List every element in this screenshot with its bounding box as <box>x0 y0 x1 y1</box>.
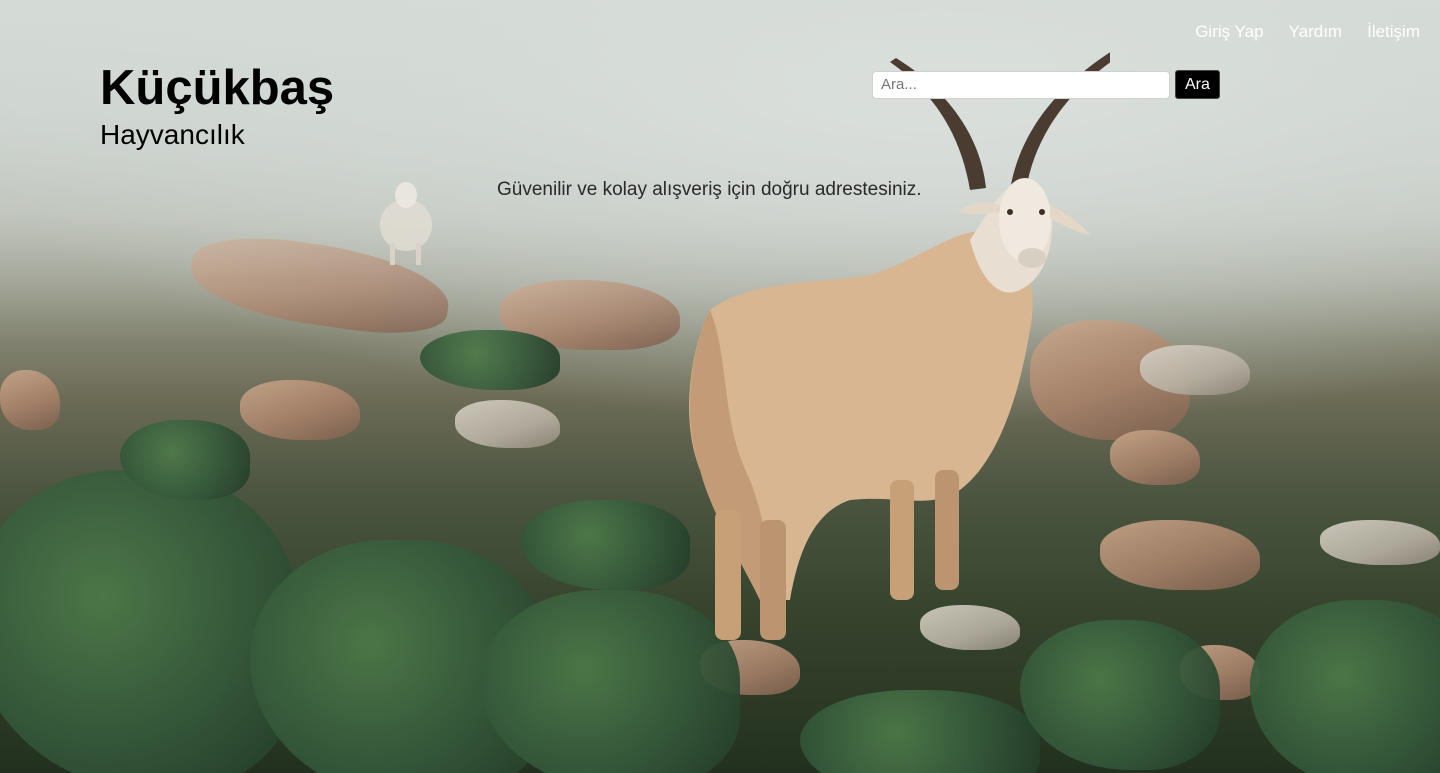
hero-background: Giriş Yap Yardım İletişim Küçükbaş Hayva… <box>0 0 1440 773</box>
plant <box>800 690 1040 773</box>
plant <box>0 470 300 773</box>
search-form: Ara <box>872 70 1220 99</box>
rock <box>1320 520 1440 565</box>
nav-link-help[interactable]: Yardım <box>1289 20 1343 44</box>
search-button[interactable]: Ara <box>1175 70 1220 99</box>
brand-subtitle: Hayvancılık <box>100 119 245 150</box>
top-nav: Giriş Yap Yardım İletişim <box>1170 20 1420 44</box>
rock <box>455 400 560 448</box>
brand-title: Küçükbaş <box>100 61 335 115</box>
background-goat-image <box>370 175 442 270</box>
search-input[interactable] <box>872 70 1170 99</box>
rock <box>1110 430 1200 485</box>
plant <box>520 500 690 590</box>
rock <box>1100 520 1260 590</box>
rock <box>240 380 360 440</box>
rock <box>0 370 60 430</box>
nav-link-login[interactable]: Giriş Yap <box>1195 20 1263 44</box>
rock <box>1140 345 1250 395</box>
nav-link-contact[interactable]: İletişim <box>1367 20 1420 44</box>
plant <box>1250 600 1440 773</box>
brand: Küçükbaş Hayvancılık <box>100 58 334 152</box>
hero-tagline: Güvenilir ve kolay alışveriş için doğru … <box>497 179 922 200</box>
plant <box>420 330 560 390</box>
goat-image <box>670 40 1132 660</box>
